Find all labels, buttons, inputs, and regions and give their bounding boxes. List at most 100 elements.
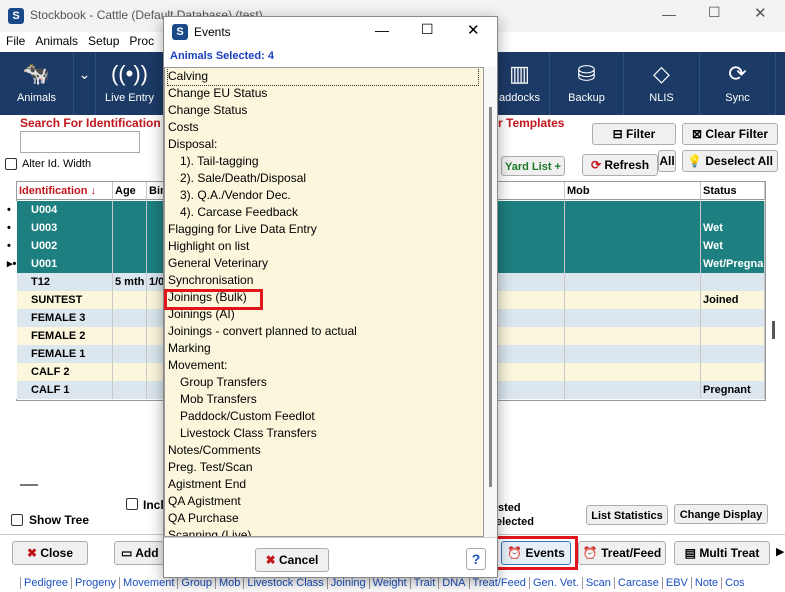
bottom-link[interactable]: DNA bbox=[438, 577, 469, 589]
list-statistics-button[interactable]: List Statistics bbox=[586, 505, 668, 525]
column-header-age[interactable]: Age bbox=[113, 182, 147, 200]
treat-feed-button[interactable]: ⏰ Treat/Feed bbox=[578, 541, 666, 565]
events-list-scrollbar[interactable] bbox=[484, 67, 497, 537]
event-list-item[interactable]: 1). Tail-tagging bbox=[180, 153, 259, 170]
cell-identification: U002 bbox=[17, 237, 113, 255]
bottom-link[interactable]: Treat/Feed bbox=[468, 577, 529, 589]
show-tree-checkbox[interactable] bbox=[11, 514, 23, 526]
event-list-item[interactable]: Notes/Comments bbox=[168, 442, 261, 459]
menu-item[interactable]: File bbox=[6, 34, 25, 48]
bottom-link[interactable]: Gen. Vet. bbox=[528, 577, 582, 589]
toolbar-paddocks-button[interactable]: ▥ addocks bbox=[490, 52, 550, 115]
chevron-down-icon: ⌄ bbox=[78, 66, 91, 82]
multi-treat-button[interactable]: ▤ Multi Treat bbox=[674, 541, 770, 565]
bottom-link[interactable]: Group bbox=[177, 577, 215, 589]
select-all-button[interactable]: All bbox=[658, 150, 676, 172]
toolbar-backup-button[interactable]: ⛁ Backup bbox=[550, 52, 624, 115]
search-input[interactable] bbox=[20, 131, 140, 153]
cell-mob bbox=[565, 273, 701, 291]
yard-list-button[interactable]: Yard List + bbox=[501, 156, 565, 176]
event-list-item[interactable]: Preg. Test/Scan bbox=[168, 459, 253, 476]
change-display-button[interactable]: Change Display bbox=[674, 504, 768, 524]
clear-filter-button[interactable]: ⊠ Clear Filter bbox=[682, 123, 778, 145]
bottom-link[interactable]: Trait bbox=[409, 577, 439, 589]
event-list-item[interactable]: Change Status bbox=[168, 102, 247, 119]
event-list-item[interactable]: Marking bbox=[168, 340, 211, 357]
bottom-link[interactable]: Mob bbox=[214, 577, 244, 589]
event-list-item[interactable]: QA Agistment bbox=[168, 493, 241, 510]
scroll-right-icon[interactable]: ▶ bbox=[776, 545, 784, 558]
cancel-button[interactable]: ✖ Cancel bbox=[255, 548, 329, 572]
menu-item[interactable]: Proc bbox=[129, 34, 154, 48]
bottom-link[interactable]: EBV bbox=[661, 577, 691, 589]
cell-identification: U001 bbox=[17, 255, 113, 273]
events-scrollbar-thumb[interactable] bbox=[489, 107, 492, 487]
alter-id-width-checkbox[interactable] bbox=[5, 158, 17, 170]
menu-item[interactable]: Animals bbox=[35, 34, 78, 48]
toolbar-animals-button[interactable]: 🐄 Animals bbox=[0, 52, 74, 115]
cell-age bbox=[113, 255, 147, 273]
event-list-item[interactable]: 2). Sale/Death/Disposal bbox=[180, 170, 306, 187]
column-header-status[interactable]: Status bbox=[701, 182, 765, 200]
event-list-item[interactable]: Highlight on list bbox=[168, 238, 249, 255]
event-list-item[interactable]: Costs bbox=[168, 119, 199, 136]
event-list-item[interactable]: Joinings - convert planned to actual bbox=[168, 323, 357, 340]
event-list-item[interactable]: Agistment End bbox=[168, 476, 246, 493]
maximize-icon[interactable]: ☐ bbox=[708, 4, 721, 21]
dialog-maximize-icon[interactable]: ☐ bbox=[421, 21, 434, 38]
add-button[interactable]: ▭ Add bbox=[114, 541, 164, 565]
minimize-icon[interactable]: — bbox=[662, 6, 676, 22]
menu-item[interactable]: Setup bbox=[88, 34, 119, 48]
event-list-item[interactable]: 3). Q.A./Vendor Dec. bbox=[180, 187, 291, 204]
event-list-item[interactable]: 4). Carcase Feedback bbox=[180, 204, 298, 221]
event-list-item[interactable]: Flagging for Live Data Entry bbox=[168, 221, 317, 238]
bottom-link[interactable]: Livestock Class bbox=[243, 577, 327, 589]
dialog-close-icon[interactable]: ✕ bbox=[467, 21, 480, 39]
bottom-link[interactable]: Carcase bbox=[613, 577, 662, 589]
event-list-item[interactable]: Group Transfers bbox=[180, 374, 267, 391]
event-list-item[interactable]: Synchronisation bbox=[168, 272, 253, 289]
refresh-button[interactable]: ⟳ Refresh bbox=[582, 154, 658, 176]
event-list-item[interactable]: Disposal: bbox=[168, 136, 217, 153]
grid-hscroll-thumb[interactable] bbox=[20, 484, 38, 486]
cell-status bbox=[701, 345, 765, 363]
filter-icon: ⊟ bbox=[612, 127, 627, 141]
bottom-link[interactable]: Pedigree bbox=[20, 577, 72, 589]
bottom-link[interactable]: Movement bbox=[119, 577, 178, 589]
clear-filter-label: Clear Filter bbox=[705, 127, 769, 141]
close-button[interactable]: ✖ Close bbox=[12, 541, 88, 565]
bottom-link[interactable]: Cos bbox=[721, 577, 748, 589]
bottom-link[interactable]: Note bbox=[690, 577, 722, 589]
help-button[interactable]: ? bbox=[466, 548, 486, 570]
event-list-item[interactable]: Change EU Status bbox=[168, 85, 267, 102]
bottom-link[interactable]: Scan bbox=[581, 577, 614, 589]
event-list-item[interactable]: Movement: bbox=[168, 357, 227, 374]
bottom-link[interactable]: Progeny bbox=[71, 577, 120, 589]
close-window-icon[interactable]: ✕ bbox=[754, 4, 767, 22]
toolbar-animals-dropdown[interactable]: ⌄ bbox=[74, 52, 96, 115]
event-list-item[interactable]: Livestock Class Transfers bbox=[180, 425, 317, 442]
dialog-minimize-icon[interactable]: — bbox=[375, 22, 389, 38]
toolbar-live-entry-button[interactable]: ((•)) Live Entry bbox=[96, 52, 164, 115]
toolbar-sync-button[interactable]: ⟳ Sync bbox=[700, 52, 776, 115]
toolbar-nlis-button[interactable]: ◇ NLIS bbox=[624, 52, 700, 115]
event-list-item[interactable]: QA Purchase bbox=[168, 510, 239, 527]
filter-button[interactable]: ⊟ Filter bbox=[592, 123, 676, 145]
event-list-item[interactable]: Mob Transfers bbox=[180, 391, 257, 408]
event-list-item[interactable]: General Veterinary bbox=[168, 255, 268, 272]
templates-link[interactable]: r Templates bbox=[498, 116, 564, 130]
event-list-item[interactable]: Calving bbox=[167, 68, 479, 86]
event-list-item[interactable]: Scanning (Live) bbox=[168, 527, 251, 536]
treat-feed-label: Treat/Feed bbox=[601, 546, 662, 560]
column-header-mob[interactable]: Mob bbox=[565, 182, 701, 200]
grid-scrollbar-thumb[interactable] bbox=[772, 321, 775, 339]
events-button[interactable]: ⏰ Events bbox=[501, 541, 571, 565]
stockbook-logo-icon: S bbox=[172, 24, 188, 40]
bottom-link[interactable]: Joining bbox=[326, 577, 369, 589]
column-header-identification[interactable]: Identification ↓ bbox=[17, 182, 113, 200]
deselect-all-button[interactable]: 💡 Deselect All bbox=[682, 150, 778, 172]
nlis-icon: ◇ bbox=[653, 61, 670, 86]
incl-checkbox[interactable] bbox=[126, 498, 138, 510]
bottom-link[interactable]: Weight bbox=[368, 577, 410, 589]
event-list-item[interactable]: Paddock/Custom Feedlot bbox=[180, 408, 315, 425]
